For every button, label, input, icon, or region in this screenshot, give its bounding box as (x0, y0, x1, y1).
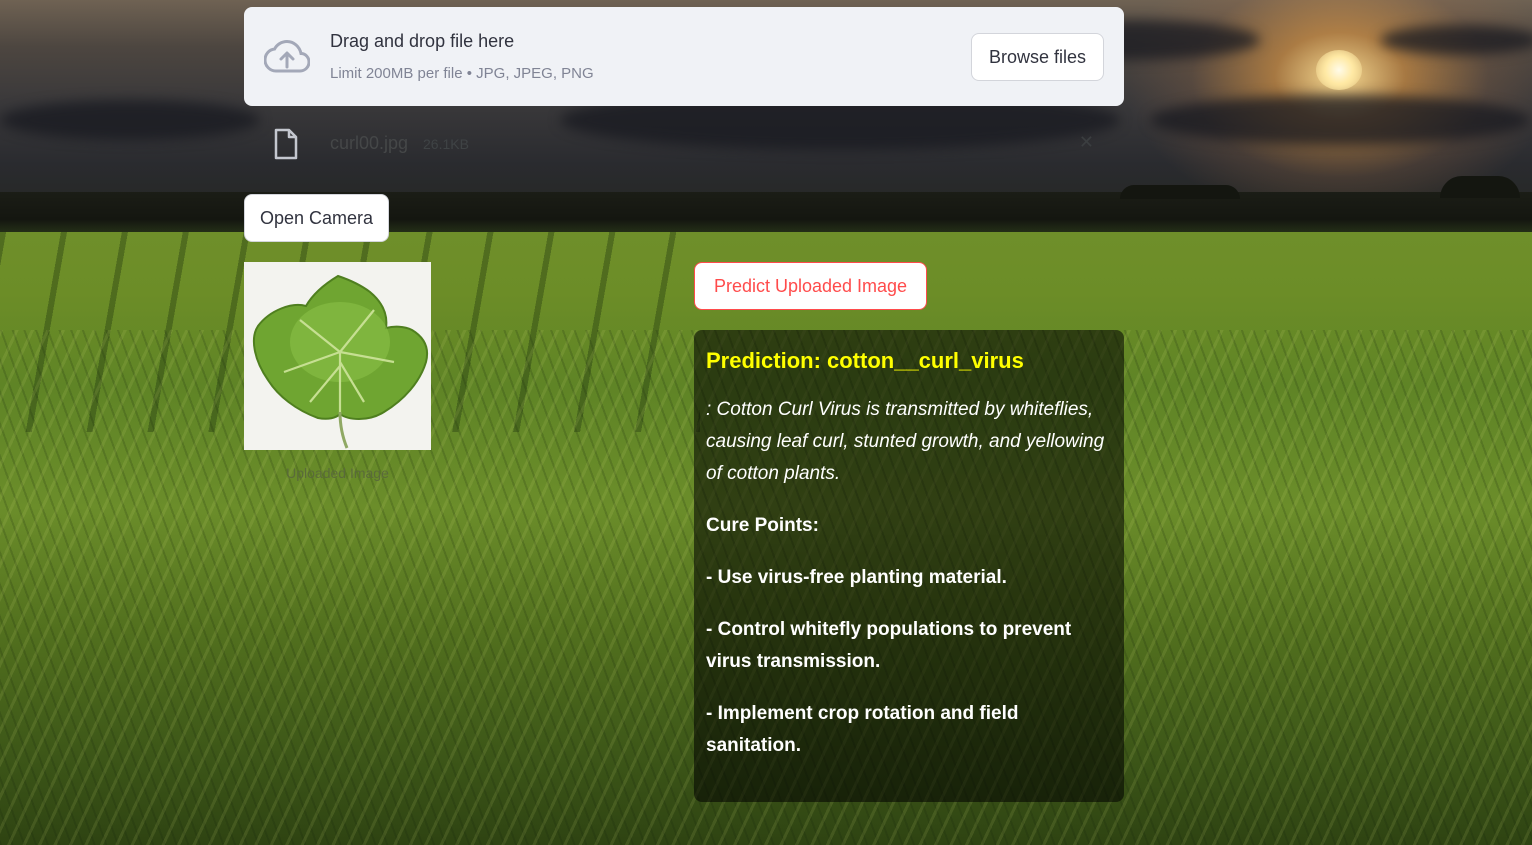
uploaded-image (244, 262, 431, 450)
cotton-leaf-image (244, 262, 431, 450)
cloud (0, 100, 260, 140)
cure-point: - Control whitefly populations to preven… (706, 619, 1072, 672)
disease-description: : Cotton Curl Virus is transmitted by wh… (706, 399, 1105, 484)
file-icon (274, 128, 298, 160)
tree (1440, 176, 1520, 198)
sun (1316, 50, 1362, 90)
image-caption: Uploaded Image (286, 465, 389, 481)
dropzone-title: Drag and drop file here (330, 31, 515, 51)
cloud (1380, 25, 1532, 55)
cloud (1150, 95, 1530, 145)
cure-point: - Use virus-free planting material. (706, 567, 1007, 588)
prediction-result-panel: Prediction: cotton__curl_virus : Cotton … (694, 330, 1124, 802)
uploaded-file-name: curl00.jpg (330, 133, 409, 153)
uploaded-file-size: 26.1KB (423, 136, 469, 152)
dropzone-limit-text: Limit 200MB per file • JPG, JPEG, PNG (330, 65, 594, 82)
browse-files-button[interactable]: Browse files (971, 33, 1104, 81)
remove-file-close-icon[interactable]: ✕ (1079, 132, 1094, 153)
tree (1120, 185, 1240, 199)
predict-uploaded-image-button[interactable]: Predict Uploaded Image (694, 262, 927, 310)
prediction-title: Prediction: cotton__curl_virus (706, 348, 1024, 373)
uploaded-file-row: curl00.jpg 26.1KB ✕ (244, 120, 1124, 170)
open-camera-button[interactable]: Open Camera (244, 194, 389, 242)
cure-points-heading: Cure Points: (706, 515, 819, 536)
file-uploader-dropzone[interactable]: Drag and drop file here Limit 200MB per … (244, 7, 1124, 106)
cloud-upload-icon (264, 39, 310, 73)
cure-point: - Implement crop rotation and field sani… (706, 703, 1019, 756)
